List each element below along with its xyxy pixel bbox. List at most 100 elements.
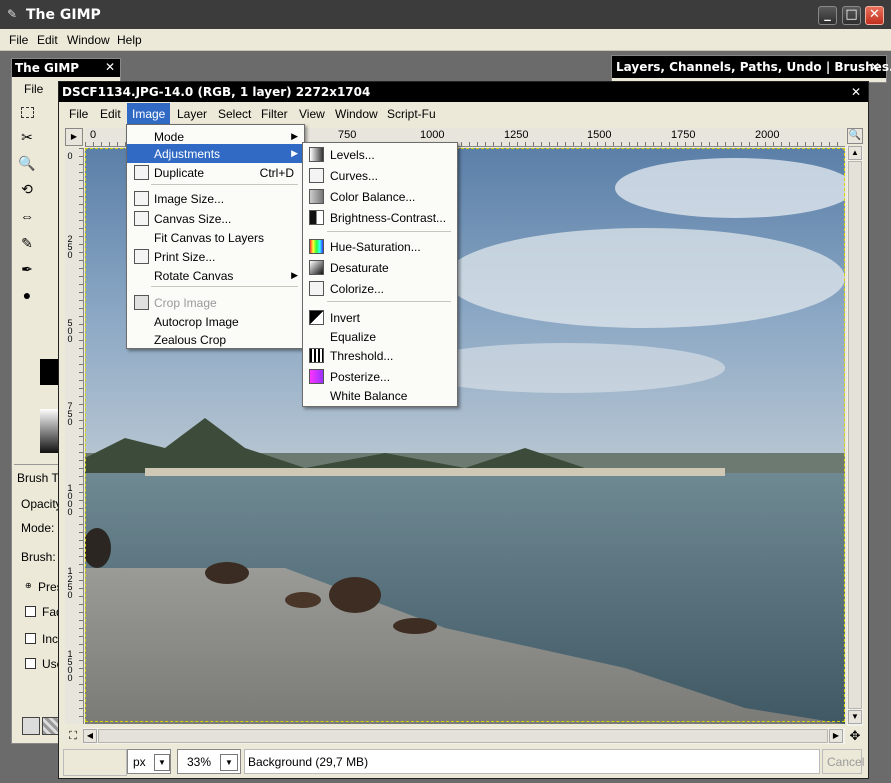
scroll-left-button[interactable]: ◀ (83, 729, 97, 743)
duplicate-icon (134, 165, 149, 180)
navigate-icon[interactable]: ⛶ (65, 728, 81, 744)
fuzzy-select-icon[interactable]: ✂ (17, 127, 37, 147)
brush-label: Brush: (21, 550, 56, 564)
toolbox-close-icon[interactable]: ✕ (105, 60, 115, 74)
scroll-down-button[interactable]: ▼ (848, 710, 862, 724)
adjust-menu-item-desaturate[interactable]: Desaturate (303, 258, 457, 277)
invert-icon (309, 310, 324, 325)
image-menu-item-duplicate[interactable]: Duplicate Ctrl+D (127, 163, 304, 182)
layers-dock-close-icon[interactable]: ✕ (870, 60, 880, 74)
unit-select[interactable]: px ▼ (127, 749, 171, 774)
transform-icon[interactable]: ⟲ (17, 179, 37, 199)
image-menu-item-autocrop-image[interactable]: Autocrop Image (127, 312, 304, 331)
horizontal-scrollbar[interactable]: ◀ ▶ (83, 728, 845, 744)
adjust-menu-item-colorize[interactable]: Colorize... (303, 279, 457, 298)
adjust-menu-item-invert[interactable]: Invert (303, 308, 457, 327)
gimp-app-icon: ✎ (7, 7, 18, 21)
image-menu-select[interactable]: Select (213, 103, 256, 125)
adjust-menu-item-brightness-contrast[interactable]: Brightness-Contrast... (303, 208, 457, 227)
image-menu-script-fu[interactable]: Script-Fu (382, 103, 441, 125)
adjust-menu-item-curves[interactable]: Curves... (303, 166, 457, 185)
menu-item-label: Crop Image (154, 295, 217, 310)
menu-item-label: White Balance (330, 388, 408, 403)
menu-item-label: Autocrop Image (154, 314, 239, 329)
main-menu-help[interactable]: Help (112, 29, 147, 50)
vertical-scrollbar[interactable]: ▲ ▼ (847, 146, 863, 726)
image-menu-window[interactable]: Window (330, 103, 383, 125)
ruler-left-digit: 0 (67, 507, 73, 517)
colorize-icon (309, 281, 324, 296)
main-menu-window[interactable]: Window (62, 29, 115, 50)
ruler-top-label-1500: 1500 (587, 129, 612, 141)
scroll-right-button[interactable]: ▶ (829, 729, 843, 743)
pressure-expander-icon[interactable]: ⊕ (25, 581, 32, 590)
menu-item-label: Zealous Crop (154, 332, 227, 347)
zoom-value: 33% (187, 755, 212, 769)
adjust-menu-item-posterize[interactable]: Posterize... (303, 367, 457, 386)
image-menu-edit[interactable]: Edit (95, 103, 126, 125)
image-menu-item-rotate-canvas[interactable]: Rotate Canvas ▶ (127, 266, 304, 285)
submenu-arrow-icon: ▶ (291, 270, 298, 280)
image-menu-layer[interactable]: Layer (172, 103, 212, 125)
menu-item-label: Rotate Canvas (154, 268, 234, 283)
adjust-menu-item-white-balance[interactable]: White Balance (303, 386, 457, 405)
rect-select-icon[interactable] (17, 102, 37, 122)
minimize-button[interactable]: _ (818, 6, 837, 25)
incremental-checkbox[interactable] (25, 633, 36, 644)
image-menu-item-crop-image: Crop Image (127, 293, 304, 312)
image-menu-item-adjustments[interactable]: Adjustments ▶ (127, 144, 304, 163)
adjust-menu-item-equalize[interactable]: Equalize (303, 327, 457, 346)
layers-dock: Layers, Channels, Paths, Undo | Brushes.… (611, 55, 891, 83)
ruler-top-label-0: 0 (90, 129, 97, 141)
fade-checkbox[interactable] (25, 606, 36, 617)
zoom-select[interactable]: 33% ▼ (177, 749, 241, 774)
adjust-menu-item-levels[interactable]: Levels... (303, 145, 457, 164)
zoom-to-fit-button[interactable]: 🔍 (847, 128, 863, 144)
toolbox-menu-file[interactable]: File (24, 82, 43, 96)
menu-item-label: Canvas Size... (154, 211, 232, 226)
horizontal-scroll-thumb[interactable] (98, 729, 828, 743)
image-menu-view[interactable]: View (294, 103, 330, 125)
pencil-icon[interactable]: ✎ (17, 233, 37, 253)
menu-separator (327, 301, 451, 302)
menu-separator (151, 286, 298, 287)
image-menu-item-zealous-crop[interactable]: Zealous Crop (127, 330, 304, 349)
image-menu-filter[interactable]: Filter (256, 103, 293, 125)
main-menu-file[interactable]: File (4, 29, 33, 50)
use-color-checkbox[interactable] (25, 658, 36, 669)
image-menu-file[interactable]: File (64, 103, 93, 125)
image-menu-item-print-size[interactable]: Print Size... (127, 247, 304, 266)
image-menu-image[interactable]: Image (127, 103, 171, 125)
airbrush-icon[interactable]: ✒ (17, 259, 37, 279)
menu-item-label: Equalize (330, 329, 377, 344)
submenu-arrow-icon: ▶ (291, 148, 298, 158)
image-menu-item-fit-canvas-to-layers[interactable]: Fit Canvas to Layers (127, 228, 304, 247)
vertical-ruler: 0250500750100012501500 (65, 148, 84, 724)
maximize-button[interactable]: □ (842, 6, 861, 25)
menu-item-label: Desaturate (330, 260, 389, 275)
adjust-menu-item-color-balance[interactable]: Color Balance... (303, 187, 457, 206)
image-window-close-icon[interactable]: ✕ (851, 85, 861, 99)
canvas-size-icon (134, 211, 149, 226)
main-window-titlebar: ✎ The GIMP _ □ ✕ (0, 0, 891, 29)
opacity-label: Opacity (21, 497, 62, 511)
move-cross-icon[interactable]: ✥ (847, 728, 863, 744)
zoom-icon[interactable]: 🔍 (17, 153, 37, 173)
toolbox-titlebar: The GIMP ✕ (12, 59, 120, 77)
adjust-menu-item-hue-saturation[interactable]: Hue-Saturation... (303, 237, 457, 256)
close-button[interactable]: ✕ (865, 6, 884, 25)
image-menu-item-image-size[interactable]: Image Size... (127, 189, 304, 208)
flip-icon[interactable]: ⇔ (17, 206, 37, 226)
adjust-menu-item-threshold[interactable]: Threshold... (303, 346, 457, 365)
scroll-up-button[interactable]: ▲ (848, 146, 862, 160)
save-options-icon[interactable] (22, 717, 40, 735)
vertical-scroll-thumb[interactable] (848, 161, 862, 709)
ink-icon[interactable]: ● (17, 285, 37, 305)
menu-button[interactable]: ▶ (65, 128, 83, 146)
image-menu-item-canvas-size[interactable]: Canvas Size... (127, 209, 304, 228)
ruler-left-digit: 0 (67, 590, 73, 600)
hue-saturation-icon (309, 239, 324, 254)
cancel-button[interactable]: Cancel (822, 749, 864, 774)
main-menu-edit[interactable]: Edit (32, 29, 63, 50)
threshold-icon (309, 348, 324, 363)
